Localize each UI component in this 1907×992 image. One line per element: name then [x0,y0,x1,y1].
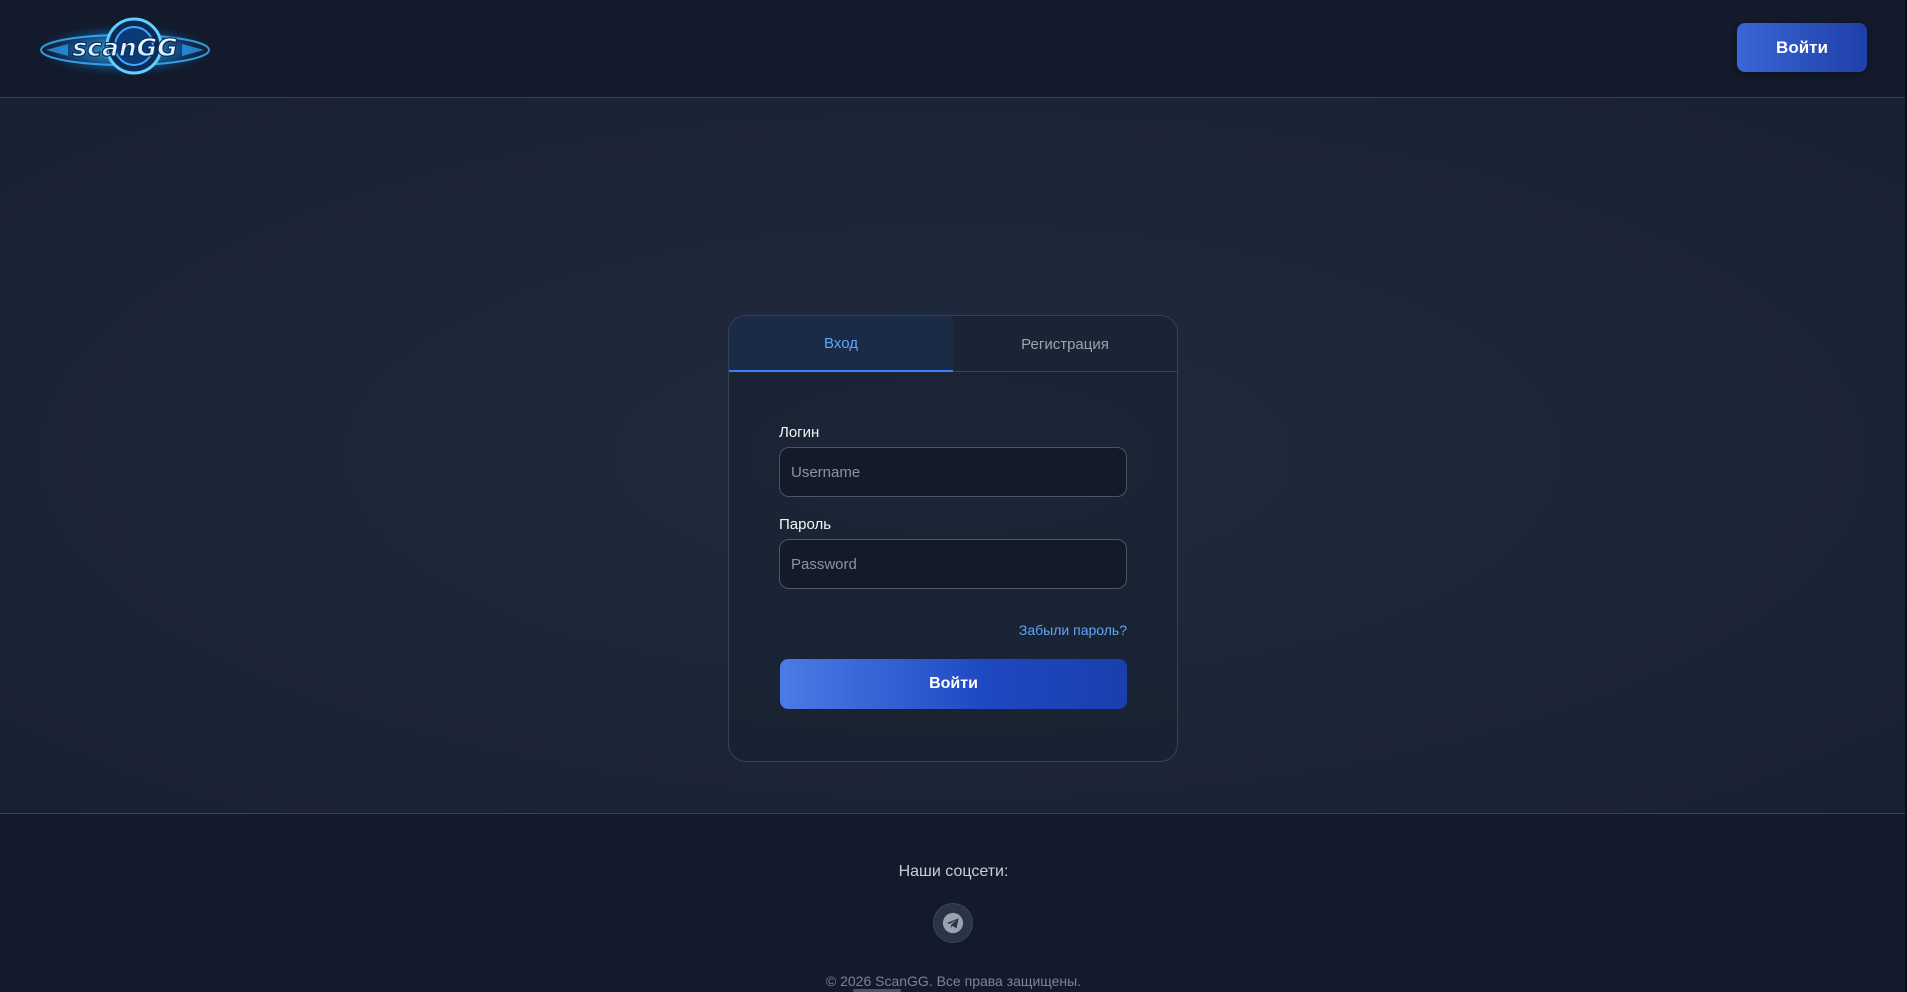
auth-card: Вход Регистрация Логин Пароль Забыли пар… [728,315,1178,762]
site-footer: Наши соцсети: © 2026 ScanGG. Все права з… [0,813,1907,992]
logo-image: scanGG [39,17,211,76]
tab-login[interactable]: Вход [729,316,953,372]
telegram-icon [942,912,964,934]
copyright: © 2026 ScanGG. Все права защищены. [825,973,1082,989]
forgot-password-link[interactable]: Забыли пароль? [1019,622,1127,638]
login-label: Логин [779,424,820,441]
telegram-link[interactable] [933,903,973,943]
site-header: scanGG Войти [0,0,1907,98]
logo-text: scanGG [72,33,177,62]
main-content: Вход Регистрация Логин Пароль Забыли пар… [0,98,1907,813]
header-login-button[interactable]: Войти [1737,23,1867,72]
password-input[interactable] [779,539,1127,589]
username-input[interactable] [779,447,1127,497]
logo[interactable]: scanGG [38,10,212,86]
page: scanGG Войти Вход Регистрация Логин Паро… [0,0,1907,992]
tab-register[interactable]: Регистрация [953,316,1177,372]
submit-login-button[interactable]: Войти [780,659,1127,709]
password-label: Пароль [779,516,832,533]
auth-tabs: Вход Регистрация [729,316,1177,372]
socials-title: Наши соцсети: [898,863,1009,880]
